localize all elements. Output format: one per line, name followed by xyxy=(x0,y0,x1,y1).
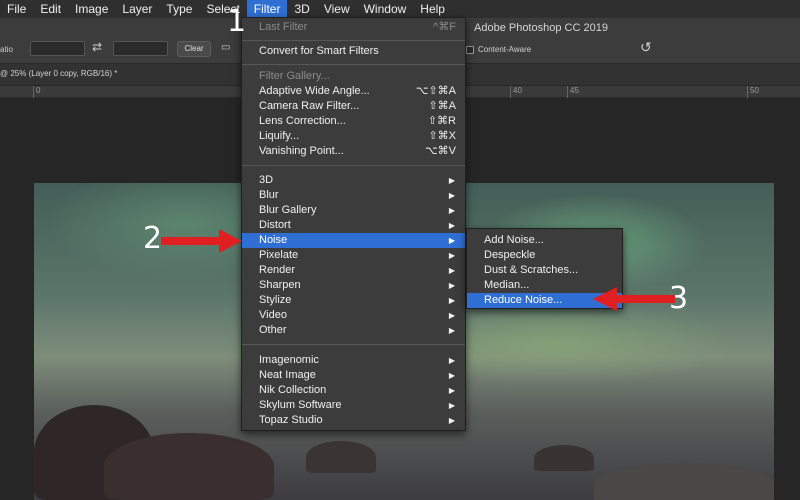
red-arrow-icon xyxy=(593,287,675,311)
submenu-arrow-icon: ▶ xyxy=(448,386,455,395)
submenu-item-add-noise[interactable]: Add Noise... xyxy=(467,233,622,248)
menu-item-last-filter: Last Filter ^⌘F xyxy=(259,21,456,33)
submenu-arrow-icon: ▶ xyxy=(448,176,455,185)
rock xyxy=(594,463,774,500)
straighten-icon[interactable]: ▭ xyxy=(221,42,230,53)
submenu-arrow-icon: ▶ xyxy=(448,296,455,305)
rock xyxy=(534,445,594,471)
filter-menu: Last Filter ^⌘F Convert for Smart Filters… xyxy=(241,17,466,431)
ratio-label: atio xyxy=(0,45,13,54)
menu-bar: File Edit Image Layer Type Select Filter… xyxy=(0,0,800,18)
submenu-item-despeckle[interactable]: Despeckle xyxy=(467,248,622,263)
menu-item-distort[interactable]: Distort ▶ xyxy=(242,218,465,233)
submenu-arrow-icon: ▶ xyxy=(448,191,455,200)
menu-item-vanishing-point[interactable]: Vanishing Point... ⌥⌘V xyxy=(242,144,465,159)
menu-item-noise[interactable]: Noise ▶ xyxy=(242,233,465,248)
rock xyxy=(306,441,376,473)
menu-item-3d[interactable]: 3D ▶ xyxy=(242,173,465,188)
submenu-arrow-icon: ▶ xyxy=(448,251,455,260)
menu-item-neat-image[interactable]: Neat Image ▶ xyxy=(242,368,465,383)
menu-item-liquify[interactable]: Liquify... ⇧⌘X xyxy=(242,129,465,144)
step-1-label: 1 xyxy=(227,4,247,39)
swap-icon[interactable]: ⇄ xyxy=(92,40,102,54)
menu-item-skylum-software[interactable]: Skylum Software ▶ xyxy=(242,398,465,413)
menu-edit[interactable]: Edit xyxy=(33,0,68,18)
menu-item-adaptive-wide-angle[interactable]: Adaptive Wide Angle... ⌥⇧⌘A xyxy=(242,84,465,99)
menu-item-pixelate[interactable]: Pixelate ▶ xyxy=(242,248,465,263)
ruler-tick: 40 xyxy=(513,86,522,95)
menu-item-lens-correction[interactable]: Lens Correction... ⇧⌘R xyxy=(242,114,465,129)
menu-window[interactable]: Window xyxy=(357,0,414,18)
content-aware-label: Content-Aware xyxy=(478,45,532,54)
menu-item-camera-raw[interactable]: Camera Raw Filter... ⇧⌘A xyxy=(242,99,465,114)
menu-file[interactable]: File xyxy=(0,0,33,18)
menu-item-video[interactable]: Video ▶ xyxy=(242,308,465,323)
ruler-tick: 50 xyxy=(750,86,759,95)
submenu-arrow-icon: ▶ xyxy=(448,356,455,365)
width-field[interactable] xyxy=(30,41,85,56)
menu-view[interactable]: View xyxy=(317,0,357,18)
menu-type[interactable]: Type xyxy=(159,0,199,18)
submenu-arrow-icon: ▶ xyxy=(448,416,455,425)
submenu-arrow-icon: ▶ xyxy=(448,311,455,320)
submenu-item-dust-scratches[interactable]: Dust & Scratches... xyxy=(467,263,622,278)
clear-button[interactable]: Clear xyxy=(177,41,211,57)
menu-item-render[interactable]: Render ▶ xyxy=(242,263,465,278)
menu-help[interactable]: Help xyxy=(413,0,452,18)
menu-item-convert-smart-filters[interactable]: Convert for Smart Filters xyxy=(242,44,465,59)
menu-item-topaz-studio[interactable]: Topaz Studio ▶ xyxy=(242,413,465,428)
ruler-tick: 45 xyxy=(570,86,579,95)
submenu-arrow-icon: ▶ xyxy=(448,326,455,335)
submenu-arrow-icon: ▶ xyxy=(448,206,455,215)
submenu-arrow-icon: ▶ xyxy=(448,371,455,380)
document-tab-label: @ 25% (Layer 0 copy, RGB/16) * xyxy=(0,69,118,78)
menu-3d[interactable]: 3D xyxy=(287,0,316,18)
content-aware-checkbox[interactable] xyxy=(466,46,474,54)
rock xyxy=(104,433,274,500)
menu-item-filter-gallery: Filter Gallery... xyxy=(259,70,330,82)
menu-item-sharpen[interactable]: Sharpen ▶ xyxy=(242,278,465,293)
menu-item-nik-collection[interactable]: Nik Collection ▶ xyxy=(242,383,465,398)
menu-item-blur[interactable]: Blur ▶ xyxy=(242,188,465,203)
step-2-label: 2 xyxy=(143,221,163,256)
menu-item-stylize[interactable]: Stylize ▶ xyxy=(242,293,465,308)
submenu-arrow-icon: ▶ xyxy=(448,221,455,230)
red-arrow-icon xyxy=(161,229,242,253)
submenu-arrow-icon: ▶ xyxy=(448,401,455,410)
menu-image[interactable]: Image xyxy=(68,0,115,18)
ruler-tick: 0 xyxy=(36,86,41,95)
reset-icon[interactable]: ↺ xyxy=(640,39,652,56)
app-title: Adobe Photoshop CC 2019 xyxy=(474,22,608,34)
menu-filter[interactable]: Filter xyxy=(246,0,288,18)
menu-item-other[interactable]: Other ▶ xyxy=(242,323,465,338)
submenu-arrow-icon: ▶ xyxy=(448,266,455,275)
submenu-arrow-icon: ▶ xyxy=(448,281,455,290)
submenu-arrow-icon: ▶ xyxy=(448,236,455,245)
menu-item-imagenomic[interactable]: Imagenomic ▶ xyxy=(242,353,465,368)
menu-item-blur-gallery[interactable]: Blur Gallery ▶ xyxy=(242,203,465,218)
menu-layer[interactable]: Layer xyxy=(115,0,159,18)
height-field[interactable] xyxy=(113,41,168,56)
